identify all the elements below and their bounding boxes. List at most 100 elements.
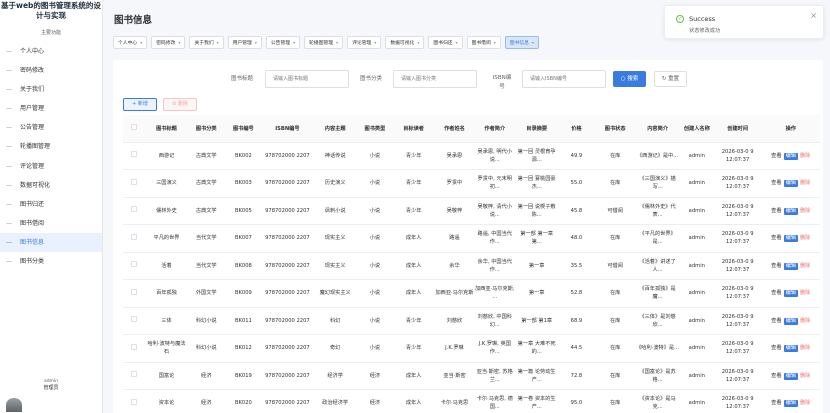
edit-button[interactable]: 编辑 bbox=[783, 345, 798, 353]
table-cell: BK019 bbox=[224, 362, 262, 390]
delete-button[interactable]: 删除 bbox=[800, 153, 810, 159]
category-search-input[interactable] bbox=[393, 70, 477, 88]
table-cell: 亚当·斯密, 苏格兰... bbox=[474, 362, 516, 390]
view-button[interactable]: 查看 bbox=[771, 180, 781, 186]
table-cell: 小说 bbox=[357, 334, 393, 363]
sidebar-item-label: 图书分类 bbox=[20, 258, 45, 266]
row-actions: 查看 编辑 删除 bbox=[761, 252, 820, 280]
delete-button[interactable]: 删除 bbox=[800, 400, 810, 406]
row-checkbox[interactable] bbox=[131, 288, 138, 295]
sidebar-item[interactable]: — 密码修改 bbox=[0, 61, 102, 80]
select-all-checkbox[interactable] bbox=[131, 124, 138, 131]
add-button[interactable]: + 新增 bbox=[123, 98, 157, 111]
view-button[interactable]: 查看 bbox=[771, 373, 781, 379]
delete-button[interactable]: 删除 bbox=[800, 235, 810, 241]
reset-button[interactable]: ↻ 重置 bbox=[654, 71, 687, 87]
main-content: 图书信息 个人中心 ▾ 密码修改 ▾ 关于我们 ▾ 用户管理 ▾ 公告管理 ▾ 轮播图管理 ▾ 评论管理… bbox=[103, 0, 830, 413]
edit-button[interactable]: 编辑 bbox=[783, 290, 798, 298]
delete-button[interactable]: 删除 bbox=[800, 345, 810, 351]
sidebar-item[interactable]: — 关于我们 bbox=[0, 80, 102, 99]
nav-tab[interactable]: 密码修改 ▾ bbox=[151, 36, 186, 49]
nav-tab[interactable]: 关于我们 ▾ bbox=[189, 36, 224, 49]
view-button[interactable]: 查看 bbox=[771, 318, 781, 324]
row-checkbox[interactable] bbox=[131, 343, 138, 350]
nav-tab[interactable]: 公告管理 ▾ bbox=[265, 36, 301, 49]
sidebar-item[interactable]: — 轮播图管理 bbox=[0, 137, 102, 156]
nav-tab-label: 个人中心 bbox=[118, 41, 138, 46]
table-cell: BK003 bbox=[224, 169, 262, 198]
nav-tab[interactable]: 数据可视化 ▾ bbox=[385, 36, 425, 49]
sidebar-item[interactable]: — 个人中心 bbox=[0, 42, 102, 61]
sidebar-item[interactable]: — 图书信息 bbox=[0, 232, 102, 253]
nav-tab[interactable]: 轮播图管理 ▾ bbox=[304, 36, 344, 49]
nav-tab[interactable]: 图书借阅 ▾ bbox=[466, 36, 501, 49]
table-row: 资本论 经济 BK020 978702000 2207 政治经济学 经济 成年人 卡尔·马克思… bbox=[123, 389, 820, 413]
search-row: 图书标题 图书分类 ISBN编号 ○ 搜索 ↻ 重置 bbox=[113, 70, 823, 90]
sidebar-item[interactable]: — 图书分类 bbox=[0, 252, 102, 271]
row-select-cell bbox=[123, 252, 146, 280]
row-checkbox[interactable] bbox=[131, 178, 138, 185]
view-button[interactable]: 查看 bbox=[771, 208, 781, 214]
edit-button[interactable]: 编辑 bbox=[783, 400, 798, 408]
table-cell: 49.9 bbox=[557, 142, 595, 170]
search-button[interactable]: ○ 搜索 bbox=[613, 71, 646, 87]
sidebar-item[interactable]: — 评论管理 bbox=[0, 157, 102, 176]
edit-button[interactable]: 编辑 bbox=[783, 235, 798, 243]
delete-button[interactable]: 删除 bbox=[800, 180, 810, 186]
table-cell: 魔幻现实主义 bbox=[312, 279, 358, 308]
delete-button[interactable]: 删除 bbox=[800, 373, 810, 379]
view-button[interactable]: 查看 bbox=[771, 345, 781, 351]
row-checkbox[interactable] bbox=[131, 261, 138, 268]
table-cell: 西游记 bbox=[145, 142, 188, 170]
row-checkbox[interactable] bbox=[131, 151, 138, 158]
edit-button[interactable]: 编辑 bbox=[783, 262, 798, 270]
row-checkbox[interactable] bbox=[131, 233, 138, 240]
table-cell: 青少年 bbox=[392, 142, 435, 170]
view-button[interactable]: 查看 bbox=[771, 290, 781, 296]
table-cell: J.K.罗琳, 英国作... bbox=[474, 334, 516, 363]
column-header: 创建人名称 bbox=[679, 115, 714, 143]
table-row: 儒林外史 古典文学 BK005 978702000 2207 讽刺小说 小说 青少年 吴敬梓吴… bbox=[123, 197, 820, 225]
row-select-cell bbox=[123, 142, 146, 170]
table-cell: 2026-03-0 9 12:07:37 bbox=[713, 197, 762, 225]
nav-tab[interactable]: 用户管理 ▾ bbox=[227, 36, 262, 49]
row-checkbox[interactable] bbox=[131, 206, 138, 213]
sidebar-item[interactable]: — 公告管理 bbox=[0, 118, 102, 137]
nav-tab[interactable]: 个人中心 ▾ bbox=[113, 36, 148, 49]
row-checkbox[interactable] bbox=[131, 316, 138, 323]
sidebar-item[interactable]: — 数据可视化 bbox=[0, 176, 102, 195]
table-cell: 小说 bbox=[357, 307, 393, 335]
sidebar-item[interactable]: — 用户管理 bbox=[0, 99, 102, 118]
isbn-search-input[interactable] bbox=[522, 70, 606, 88]
delete-button[interactable]: 删除 bbox=[800, 263, 810, 269]
delete-button[interactable]: 删除 bbox=[800, 290, 810, 296]
row-checkbox[interactable] bbox=[131, 371, 138, 378]
row-checkbox[interactable] bbox=[131, 398, 138, 405]
view-button[interactable]: 查看 bbox=[771, 235, 781, 241]
edit-button[interactable]: 编辑 bbox=[783, 152, 798, 160]
sidebar-item[interactable]: — 图书归还 bbox=[0, 195, 102, 214]
table-cell: BK012 bbox=[224, 334, 262, 363]
nav-tab[interactable]: 评论管理 ▾ bbox=[347, 36, 382, 49]
avatar[interactable] bbox=[6, 398, 22, 412]
batch-delete-button[interactable]: ⊘ 删除 bbox=[163, 98, 197, 111]
view-button[interactable]: 查看 bbox=[771, 263, 781, 269]
edit-button[interactable]: 编辑 bbox=[783, 207, 798, 215]
table-cell: 在库 bbox=[594, 169, 636, 198]
toast-message: 状态修改成功 bbox=[689, 28, 721, 34]
select-all-header[interactable] bbox=[123, 115, 146, 143]
table-cell: 资本论 bbox=[145, 389, 188, 413]
table-cell: 卡尔·马克思, 德国... bbox=[474, 389, 516, 413]
sidebar-item[interactable]: — 图书借阅 bbox=[0, 214, 102, 233]
delete-button[interactable]: 删除 bbox=[800, 208, 810, 214]
title-search-input[interactable] bbox=[265, 70, 349, 88]
delete-button[interactable]: 删除 bbox=[800, 318, 810, 324]
view-button[interactable]: 查看 bbox=[771, 400, 781, 406]
edit-button[interactable]: 编辑 bbox=[783, 180, 798, 188]
close-icon[interactable]: × bbox=[810, 11, 817, 20]
view-button[interactable]: 查看 bbox=[771, 153, 781, 159]
edit-button[interactable]: 编辑 bbox=[783, 317, 798, 325]
nav-tab[interactable]: 图书归还 ▾ bbox=[428, 36, 463, 49]
nav-tab[interactable]: 图书信息 ▾ bbox=[504, 36, 539, 49]
edit-button[interactable]: 编辑 bbox=[783, 372, 798, 380]
